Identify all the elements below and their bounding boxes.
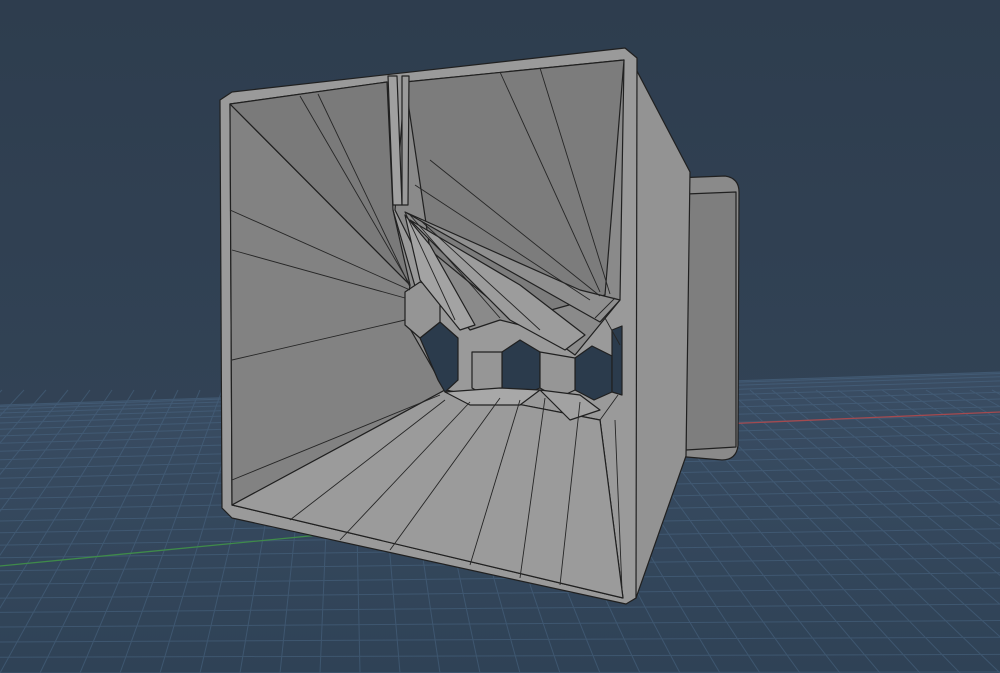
throat-opening-4 [611, 325, 623, 396]
throat-opening-3 [574, 345, 613, 401]
center-divider-right [401, 75, 410, 206]
throat-opening-2 [501, 339, 541, 397]
back-box-face [685, 191, 737, 451]
horn-model[interactable] [219, 47, 740, 605]
3d-viewport[interactable] [0, 0, 1000, 673]
